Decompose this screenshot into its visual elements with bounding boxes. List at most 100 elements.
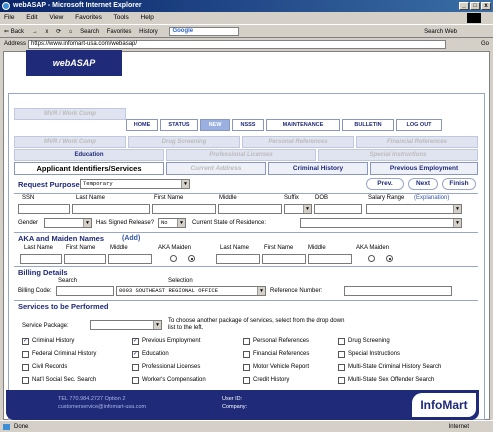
aka-add-link[interactable]: (Add) xyxy=(122,235,140,242)
nav-home[interactable]: HOME xyxy=(126,119,158,131)
back-button[interactable]: ⇐ Back xyxy=(4,29,24,35)
google-search-box[interactable]: Google xyxy=(169,26,240,36)
service-checkbox[interactable]: ✓ xyxy=(22,338,29,345)
nav-maintenance[interactable]: MAINTENANCE xyxy=(266,119,340,131)
search-button[interactable]: Search xyxy=(80,29,99,35)
menu-favorites[interactable]: Favorites xyxy=(75,14,102,21)
menu-tools[interactable]: Tools xyxy=(114,14,129,21)
subnav-mvr-work-comp[interactable]: MVR / Work Comp xyxy=(14,136,126,148)
maiden-radio[interactable] xyxy=(188,255,195,262)
maiden-radio-2[interactable] xyxy=(386,255,393,262)
forward-button[interactable]: → xyxy=(32,29,38,35)
tab-criminal-history[interactable]: Criminal History xyxy=(268,162,368,175)
finish-button[interactable]: Finish xyxy=(442,178,476,190)
aka-last-name-input[interactable] xyxy=(20,254,62,264)
subnav-personal-references[interactable]: Personal References xyxy=(242,136,354,148)
minimize-button[interactable]: _ xyxy=(459,2,469,10)
close-button[interactable]: x xyxy=(481,2,491,10)
menu-file[interactable]: File xyxy=(4,14,14,21)
aka-first-name-label-2: First Name xyxy=(264,245,294,251)
service-checkbox[interactable] xyxy=(22,364,29,371)
salary-range-select[interactable]: ▼ xyxy=(366,204,462,214)
home-button[interactable]: ⌂ xyxy=(69,29,73,35)
service-checkbox[interactable] xyxy=(22,377,29,384)
next-button[interactable]: Next xyxy=(408,178,438,190)
aka-middle-input-2[interactable] xyxy=(308,254,352,264)
service-checkbox[interactable] xyxy=(338,351,345,358)
explanation-link[interactable]: (Explanation) xyxy=(414,195,449,201)
ssn-input[interactable] xyxy=(18,204,70,214)
nav-nsss[interactable]: NSSS xyxy=(232,119,264,131)
service-checkbox[interactable] xyxy=(243,351,250,358)
service-checkbox[interactable] xyxy=(338,364,345,371)
service-checkbox[interactable] xyxy=(132,377,139,384)
stop-button[interactable]: x xyxy=(45,29,48,35)
service-checkbox[interactable] xyxy=(338,377,345,384)
billing-title: Billing Details xyxy=(18,268,68,277)
middle-input[interactable] xyxy=(218,204,282,214)
tab-applicant-identifiers[interactable]: Applicant Identifiers/Services xyxy=(14,162,164,175)
menu-view[interactable]: View xyxy=(49,14,63,21)
refresh-button[interactable]: ⟳ xyxy=(56,29,61,35)
nav-bulletin[interactable]: BULLETIN xyxy=(342,119,394,131)
aka-maiden-label: AKA Maiden xyxy=(158,245,192,251)
service-checkbox[interactable] xyxy=(22,351,29,358)
request-purpose-select[interactable]: Temporary ▼ xyxy=(80,179,190,189)
address-input[interactable]: https://www.infomart-usa.com/webasap/ xyxy=(28,40,446,49)
address-label: Address xyxy=(4,41,27,47)
tab-previous-employment[interactable]: Previous Employment xyxy=(370,162,478,175)
service-checkbox[interactable]: ✓ xyxy=(132,338,139,345)
prev-button[interactable]: Prev. xyxy=(366,178,404,190)
service-checkbox[interactable] xyxy=(132,364,139,371)
suffix-select[interactable]: ▼ xyxy=(284,204,312,214)
billing-code-value: 0003 SOUTHEAST REGIONAL OFFICE xyxy=(119,287,219,294)
nav-status[interactable]: STATUS xyxy=(160,119,198,131)
chevron-down-icon: ▼ xyxy=(177,219,185,227)
reference-number-input[interactable] xyxy=(344,286,452,296)
favorites-button[interactable]: Favorites xyxy=(107,29,132,35)
service-label: Federal Criminal History xyxy=(32,350,97,357)
aka-last-name-input-2[interactable] xyxy=(216,254,260,264)
history-button[interactable]: History xyxy=(139,29,158,35)
subnav-mvr[interactable]: MVR / Work Comp xyxy=(14,108,126,120)
footer-userid: User ID: xyxy=(222,396,243,402)
ssn-label: SSN xyxy=(22,195,35,201)
maximize-button[interactable]: □ xyxy=(470,2,480,10)
nav-logout[interactable]: LOG OUT xyxy=(396,119,442,131)
subnav-education[interactable]: Education xyxy=(14,149,164,161)
chevron-down-icon: ▼ xyxy=(83,219,91,227)
first-name-input[interactable] xyxy=(152,204,216,214)
aka-radio-2[interactable] xyxy=(368,255,375,262)
dob-input[interactable] xyxy=(314,204,362,214)
last-name-input[interactable] xyxy=(72,204,150,214)
subnav-financial-references[interactable]: Financial References xyxy=(356,136,478,148)
aka-middle-input[interactable] xyxy=(108,254,152,264)
service-checkbox[interactable] xyxy=(243,364,250,371)
gender-select[interactable]: ▼ xyxy=(44,218,92,228)
footer-company: Company: xyxy=(222,404,248,410)
subnav-professional-licenses[interactable]: Professional Licenses xyxy=(166,149,316,161)
billing-code-select[interactable]: 0003 SOUTHEAST REGIONAL OFFICE ▼ xyxy=(116,286,266,296)
service-package-select[interactable]: ▼ xyxy=(90,320,162,330)
aka-radio[interactable] xyxy=(170,255,177,262)
go-button[interactable]: Go xyxy=(481,38,489,51)
service-checkbox[interactable] xyxy=(338,338,345,345)
aka-first-name-input[interactable] xyxy=(64,254,106,264)
subnav-special-instructions[interactable]: Special Instructions xyxy=(318,149,478,161)
search-web-button[interactable]: Search Web xyxy=(424,25,457,39)
service-checkbox[interactable] xyxy=(243,338,250,345)
service-label: Previous Employment xyxy=(142,337,201,344)
service-checkbox[interactable]: ✓ xyxy=(132,351,139,358)
subnav-drug-screening[interactable]: Drug Screening xyxy=(128,136,240,148)
billing-search-input[interactable] xyxy=(56,286,114,296)
footer-email[interactable]: customerservice@infomart-usa.com xyxy=(58,404,146,410)
signed-release-select[interactable]: No ▼ xyxy=(158,218,186,228)
tab-current-address[interactable]: Current Address xyxy=(166,162,266,175)
service-checkbox[interactable] xyxy=(243,377,250,384)
aka-first-name-input-2[interactable] xyxy=(262,254,306,264)
menu-edit[interactable]: Edit xyxy=(26,14,37,21)
nav-new[interactable]: NEW xyxy=(200,119,230,131)
reference-number-label: Reference Number: xyxy=(270,288,323,294)
state-residence-select[interactable]: ▼ xyxy=(300,218,462,228)
menu-help[interactable]: Help xyxy=(141,14,154,21)
